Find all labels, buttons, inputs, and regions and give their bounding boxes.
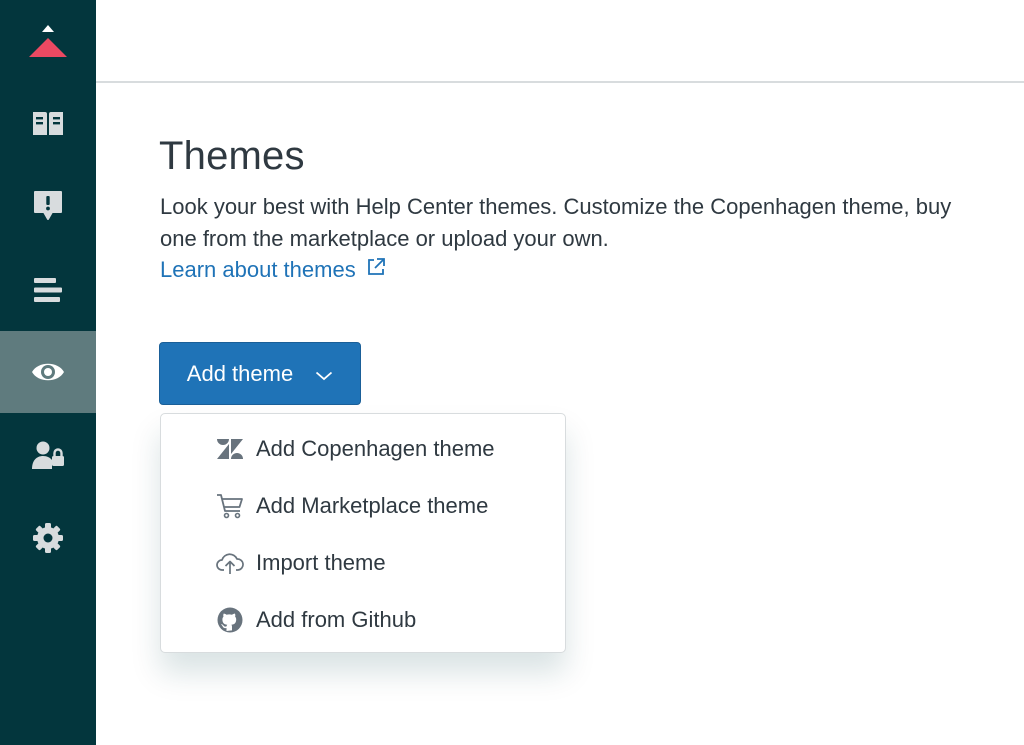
menu-item-add-from-github[interactable]: Add from Github bbox=[161, 591, 565, 648]
chevron-down-icon bbox=[315, 361, 333, 387]
learn-link-label: Learn about themes bbox=[160, 257, 356, 282]
menu-item-label: Import theme bbox=[256, 549, 386, 575]
user-lock-icon bbox=[31, 440, 65, 470]
align-lines-icon bbox=[32, 277, 64, 303]
github-icon bbox=[216, 606, 244, 634]
zendesk-guide-logo-icon[interactable] bbox=[0, 0, 96, 82]
add-theme-menu: Add Copenhagen theme Add Marketplace the… bbox=[160, 413, 566, 653]
page-description: Look your best with Help Center themes. … bbox=[160, 194, 952, 251]
menu-item-add-copenhagen-theme[interactable]: Add Copenhagen theme bbox=[161, 420, 565, 477]
sidebar bbox=[0, 0, 96, 745]
top-bar bbox=[96, 0, 1024, 83]
menu-item-label: Add Copenhagen theme bbox=[256, 435, 495, 461]
sidebar-item-customize-design[interactable] bbox=[0, 331, 96, 413]
eye-icon bbox=[31, 360, 65, 384]
page-title: Themes bbox=[159, 134, 305, 178]
menu-item-import-theme[interactable]: Import theme bbox=[161, 534, 565, 591]
add-theme-label: Add theme bbox=[186, 360, 294, 386]
book-icon bbox=[31, 109, 65, 137]
sidebar-item-arrange[interactable] bbox=[0, 249, 96, 331]
learn-about-themes-link[interactable]: Learn about themes bbox=[160, 254, 386, 286]
app: Themes Look your best with Help Center t… bbox=[0, 0, 1024, 745]
alert-bubble-icon bbox=[33, 190, 63, 222]
menu-item-add-marketplace-theme[interactable]: Add Marketplace theme bbox=[161, 477, 565, 534]
shopping-cart-icon bbox=[216, 492, 244, 520]
menu-item-label: Add from Github bbox=[256, 606, 417, 632]
sidebar-item-moderation[interactable] bbox=[0, 165, 96, 247]
sidebar-item-settings[interactable] bbox=[0, 497, 96, 579]
cloud-upload-icon bbox=[216, 549, 244, 577]
menu-item-label: Add Marketplace theme bbox=[256, 492, 489, 518]
add-theme-button[interactable]: Add theme bbox=[159, 342, 361, 405]
gear-icon bbox=[32, 522, 64, 554]
external-link-icon bbox=[366, 254, 386, 286]
sidebar-item-user-permissions[interactable] bbox=[0, 414, 96, 496]
sidebar-item-knowledge[interactable] bbox=[0, 82, 96, 164]
zendesk-icon bbox=[216, 435, 244, 463]
